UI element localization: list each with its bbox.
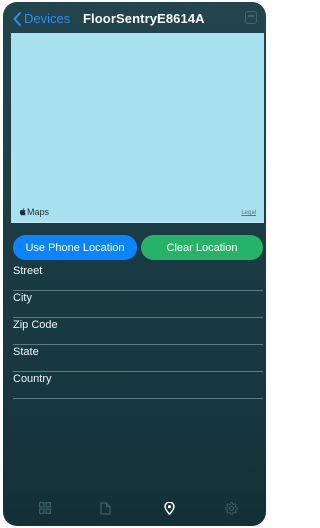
tab-bar: [3, 492, 266, 526]
maps-brand-label: Maps: [27, 207, 50, 217]
tab-documents[interactable]: [95, 498, 115, 518]
chevron-left-icon: [13, 11, 21, 26]
zip-code-field[interactable]: Zip Code: [13, 318, 263, 345]
tab-settings[interactable]: [221, 498, 241, 518]
tab-location[interactable]: [159, 498, 179, 518]
document-icon: [99, 501, 111, 515]
use-phone-location-button[interactable]: Use Phone Location: [13, 235, 137, 260]
grid-icon: [39, 502, 51, 514]
location-pin-icon: [163, 501, 175, 515]
page-title: FloorSentryE8614A: [83, 11, 205, 26]
map-view[interactable]: Maps Legal: [11, 33, 264, 223]
street-field[interactable]: Street: [13, 264, 263, 291]
navigation-bar: Devices FloorSentryE8614A: [3, 2, 266, 36]
gear-icon: [224, 501, 238, 515]
state-field-placeholder: State: [13, 346, 39, 358]
back-button[interactable]: Devices: [13, 11, 70, 26]
zip-code-field-placeholder: Zip Code: [13, 319, 58, 331]
apple-logo-icon: [19, 208, 26, 216]
country-field[interactable]: Country: [13, 372, 263, 399]
back-button-label: Devices: [24, 11, 71, 26]
state-field[interactable]: State: [13, 345, 263, 372]
calendar-icon[interactable]: [245, 11, 257, 24]
city-field-placeholder: City: [13, 292, 32, 304]
city-field[interactable]: City: [13, 291, 263, 318]
country-field-placeholder: Country: [13, 373, 52, 385]
tab-dashboard[interactable]: [35, 498, 55, 518]
street-field-placeholder: Street: [13, 265, 43, 277]
app-screen: Devices FloorSentryE8614A Maps Legal Use…: [3, 2, 266, 526]
clear-location-button[interactable]: Clear Location: [141, 235, 263, 260]
maps-logo: Maps: [19, 207, 49, 217]
legal-link[interactable]: Legal: [241, 210, 256, 216]
